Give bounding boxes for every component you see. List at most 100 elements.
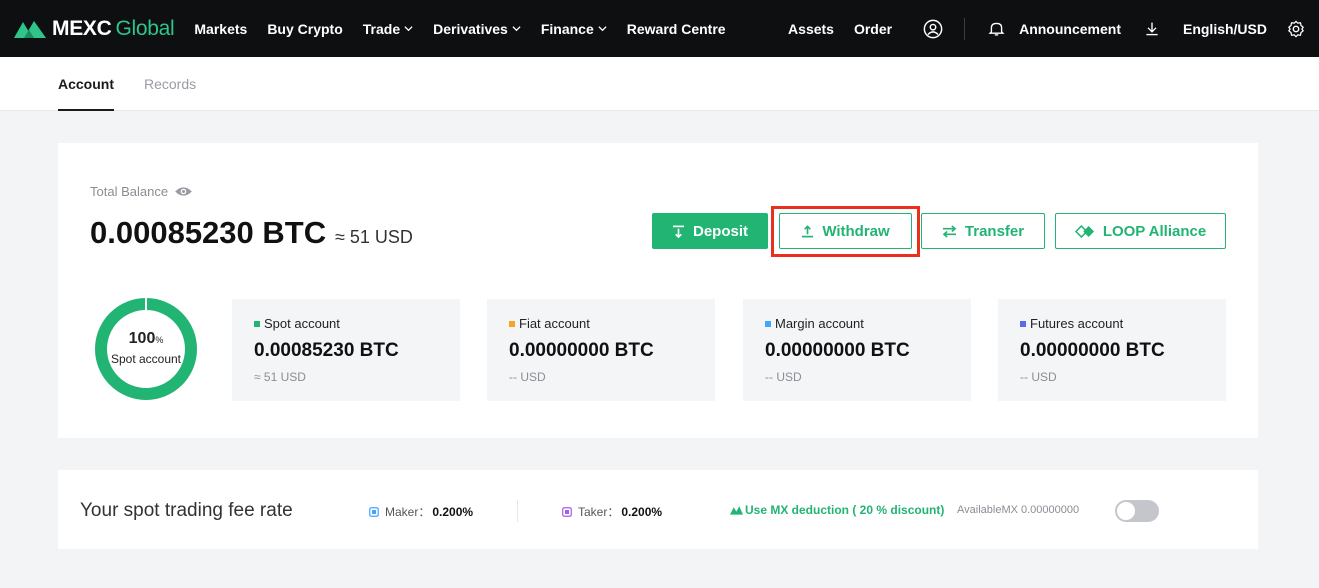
bell-icon [985, 18, 1007, 40]
nav-order[interactable]: Order [854, 21, 892, 37]
maker-icon [369, 506, 379, 517]
withdraw-button[interactable]: Withdraw [779, 213, 912, 249]
tab-records[interactable]: Records [144, 57, 196, 111]
account-name: Futures account [1020, 316, 1123, 331]
deposit-button[interactable]: Deposit [652, 213, 768, 249]
settings-button[interactable] [1285, 18, 1307, 40]
language-selector[interactable]: English/USD [1183, 21, 1267, 37]
chevron-down-icon [598, 26, 607, 32]
logo-suffix: Global [115, 16, 175, 40]
user-icon [922, 18, 944, 40]
account-name-text: Spot account [264, 316, 340, 331]
logo[interactable]: MEXC Global [12, 16, 175, 41]
taker-label: Taker： [578, 505, 620, 519]
nav-markets-label: Markets [194, 20, 248, 37]
account-card-futures[interactable]: Futures account 0.00000000 BTC -- USD [998, 299, 1226, 401]
toggle-knob [1117, 502, 1135, 520]
balance-card: Total Balance 0.00085230 BTC ≈ 51 USD De… [58, 143, 1258, 438]
fee-divider [517, 500, 518, 522]
nav-right: Assets Order Announcement English/USD [768, 17, 1319, 40]
nav-finance-label: Finance [540, 20, 594, 37]
account-card-spot[interactable]: Spot account 0.00085230 BTC ≈ 51 USD [232, 299, 460, 401]
account-color-dot [765, 320, 771, 327]
nav-reward-centre-label: Reward Centre [626, 20, 726, 37]
mx-deduction: Use MX deduction ( 20 % discount) [730, 503, 944, 517]
sub-tabs: Account Records [0, 57, 1319, 111]
nav-reward-centre[interactable]: Reward Centre [627, 21, 726, 37]
donut-percent: 100% [94, 330, 198, 348]
notifications-button[interactable] [985, 18, 1007, 40]
logo-text: MEXC Global [52, 16, 175, 41]
account-name: Spot account [254, 316, 340, 331]
loop-alliance-button[interactable]: LOOP Alliance [1055, 213, 1226, 249]
account-card-margin[interactable]: Margin account 0.00000000 BTC -- USD [743, 299, 971, 401]
nav-announcement-label: Announcement [1019, 20, 1121, 37]
deposit-label: Deposit [692, 222, 748, 240]
fee-rate-card: Your spot trading fee rate Maker： 0.200% … [58, 470, 1258, 549]
account-balance: 0.00085230 BTC [254, 340, 399, 361]
account-card-fiat[interactable]: Fiat account 0.00000000 BTC -- USD [487, 299, 715, 401]
mx-deduction-toggle[interactable] [1115, 500, 1159, 522]
logo-name: MEXC [52, 16, 112, 40]
account-name-text: Fiat account [519, 316, 590, 331]
taker-icon [562, 506, 572, 517]
nav-derivatives-label: Derivatives [433, 20, 508, 37]
total-balance-label: Total Balance [90, 184, 193, 199]
fee-rate-title: Your spot trading fee rate [80, 500, 293, 521]
language-label: English/USD [1182, 20, 1267, 37]
tab-records-label: Records [144, 76, 197, 92]
chevron-down-icon [512, 26, 521, 32]
total-balance-text: Total Balance [90, 184, 169, 199]
eye-icon[interactable] [174, 185, 193, 198]
nav-finance[interactable]: Finance [541, 21, 607, 37]
loop-alliance-label: LOOP Alliance [1102, 222, 1207, 240]
donut-label: Spot account [110, 352, 182, 366]
withdraw-icon [802, 224, 814, 237]
account-balance: 0.00000000 BTC [765, 340, 910, 361]
nav-buy-crypto[interactable]: Buy Crypto [267, 21, 342, 37]
account-usd: -- USD [765, 370, 802, 384]
deposit-icon [672, 225, 685, 238]
nav-markets[interactable]: Markets [194, 21, 247, 37]
mx-available: AvailableMX 0.00000000 [957, 504, 1080, 516]
account-name-text: Futures account [1030, 316, 1124, 331]
transfer-icon [942, 224, 957, 238]
taker-fee: Taker： 0.200% [562, 503, 662, 520]
maker-label: Maker： [385, 505, 431, 519]
account-balance: 0.00000000 BTC [1020, 340, 1165, 361]
tab-account[interactable]: Account [58, 57, 114, 111]
taker-value: 0.200% [621, 504, 663, 519]
top-nav: MEXC Global Markets Buy Crypto Trade Deri… [0, 0, 1319, 57]
donut-arc-spot [95, 298, 197, 400]
nav-assets[interactable]: Assets [788, 21, 834, 37]
mx-logo-icon [730, 506, 743, 515]
transfer-label: Transfer [964, 222, 1025, 240]
nav-order-label: Order [853, 20, 893, 37]
transfer-button[interactable]: Transfer [921, 213, 1045, 249]
nav-divider [964, 17, 966, 40]
nav-assets-label: Assets [788, 20, 834, 37]
nav-derivatives[interactable]: Derivatives [433, 21, 521, 37]
allocation-donut [95, 297, 197, 400]
withdraw-label: Withdraw [822, 222, 890, 240]
tab-account-label: Account [58, 76, 114, 92]
account-name-text: Margin account [775, 316, 864, 331]
account-color-dot [254, 320, 260, 327]
mexc-logo-icon [14, 20, 46, 38]
download-button[interactable] [1141, 18, 1163, 40]
profile-button[interactable] [922, 18, 944, 40]
nav-announcement[interactable]: Announcement [1019, 21, 1121, 37]
account-name: Fiat account [509, 316, 590, 331]
account-balance: 0.00000000 BTC [509, 340, 654, 361]
nav-trade[interactable]: Trade [363, 21, 413, 37]
nav-buy-crypto-label: Buy Crypto [267, 20, 343, 37]
gear-icon [1285, 18, 1307, 40]
maker-fee: Maker： 0.200% [369, 503, 473, 520]
account-usd: ≈ 51 USD [254, 370, 306, 384]
download-icon [1141, 18, 1163, 40]
account-color-dot [509, 320, 515, 327]
account-usd: -- USD [1020, 370, 1057, 384]
maker-value: 0.200% [432, 504, 474, 519]
total-balance-usd: ≈ 51 USD [335, 227, 413, 247]
mx-deduction-label: Use MX deduction ( 20 % discount) [745, 503, 945, 517]
